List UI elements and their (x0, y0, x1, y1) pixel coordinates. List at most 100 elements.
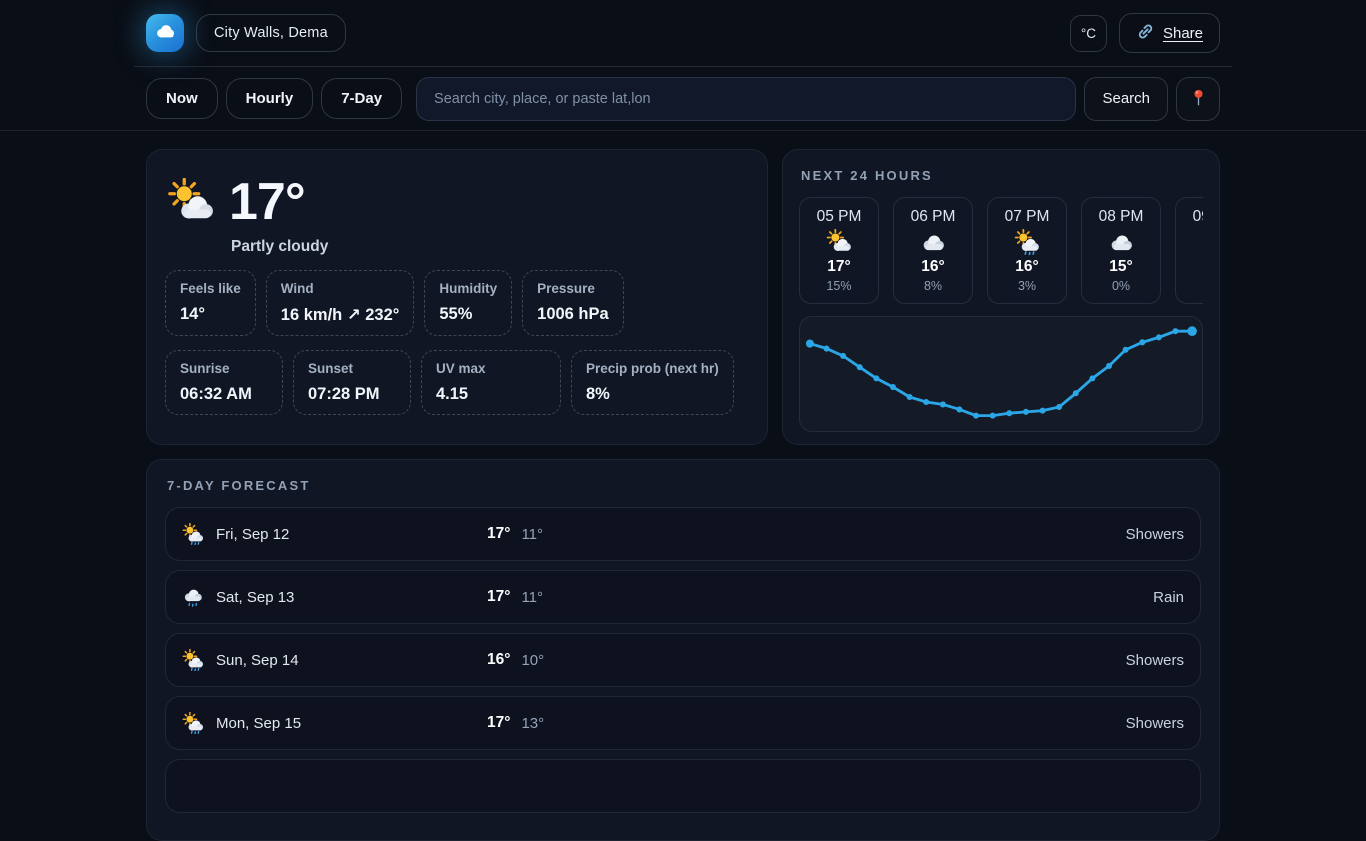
day-condition: Showers (1126, 715, 1184, 732)
main-content: 17° Partly cloudy Feels like 14° Wind 16… (134, 131, 1232, 841)
hour-time: 07 PM (1005, 208, 1050, 226)
app-logo (146, 14, 184, 52)
day-high-temp: 17° (487, 588, 510, 606)
day-condition: Showers (1126, 652, 1184, 669)
stats-row-2: Sunrise 06:32 AM Sunset 07:28 PM UV max … (165, 350, 749, 415)
hour-card: 06 PM 16° 8% (893, 197, 973, 304)
sun-behind-rain-cloud-icon (182, 649, 204, 671)
current-conditions-card: 17° Partly cloudy Feels like 14° Wind 16… (146, 149, 768, 445)
sun-behind-cloud-icon (167, 178, 215, 226)
hour-temp: 17° (827, 258, 850, 276)
day-low-temp: 10° (521, 652, 544, 669)
day-condition: Showers (1126, 526, 1184, 543)
stat-label: Precip prob (next hr) (586, 361, 719, 378)
forecast-day-row: Fri, Sep 12 17° 11° Showers (165, 507, 1201, 561)
stat-label: Humidity (439, 281, 497, 298)
stat-value: 07:28 PM (308, 385, 396, 404)
hour-precip: 0% (1112, 279, 1130, 293)
stat-box: Wind 16 km/h ↗ 232° (266, 270, 415, 336)
hour-precip: 15% (826, 279, 851, 293)
stat-box: Sunset 07:28 PM (293, 350, 411, 415)
location-pill[interactable]: City Walls, Dema (196, 14, 346, 52)
cloud-icon (920, 229, 946, 255)
hour-card: 08 PM 15° 0% (1081, 197, 1161, 304)
sun-behind-cloud-icon (826, 229, 852, 255)
stat-label: UV max (436, 361, 546, 378)
rain-cloud-icon (1202, 229, 1203, 255)
stat-label: Sunrise (180, 361, 268, 378)
search-button[interactable]: Search (1084, 77, 1168, 121)
hour-temp: 16° (921, 258, 944, 276)
hour-time: 06 PM (911, 208, 956, 226)
stat-box: Precip prob (next hr) 8% (571, 350, 734, 415)
day-date: Sat, Sep 13 (216, 589, 487, 606)
stat-box: UV max 4.15 (421, 350, 561, 415)
stat-label: Feels like (180, 281, 241, 298)
rain-cloud-icon (182, 586, 204, 608)
stat-value: 55% (439, 305, 497, 324)
search-input[interactable] (416, 77, 1076, 121)
current-temperature: 17° (229, 176, 305, 228)
stat-value: 16 km/h ↗ 232° (281, 305, 400, 325)
forecast-day-row (165, 759, 1201, 813)
geolocate-button[interactable] (1176, 77, 1220, 121)
sun-behind-rain-cloud-icon (182, 523, 204, 545)
temperature-trend-chart-container (799, 316, 1203, 432)
sun-behind-rain-cloud-icon (182, 712, 204, 734)
stat-label: Wind (281, 281, 400, 298)
day-date: Mon, Sep 15 (216, 715, 487, 732)
hour-precip: 3% (1018, 279, 1036, 293)
forecast-day-row: Sun, Sep 14 16° 10° Showers (165, 633, 1201, 687)
tab-7day[interactable]: 7-Day (321, 78, 402, 119)
hour-temp: 16° (1015, 258, 1038, 276)
share-button[interactable]: Share (1119, 13, 1220, 53)
day-high-temp: 17° (487, 714, 510, 732)
stat-box: Feels like 14° (165, 270, 256, 336)
tab-now[interactable]: Now (146, 78, 218, 119)
stat-value: 14° (180, 305, 241, 324)
stat-box: Pressure 1006 hPa (522, 270, 624, 336)
cloud-icon (1108, 229, 1134, 255)
day-date: Sun, Sep 14 (216, 652, 487, 669)
stat-box: Sunrise 06:32 AM (165, 350, 283, 415)
day-high-temp: 16° (487, 651, 510, 669)
hour-time: 05 PM (817, 208, 862, 226)
hour-card: 07 PM 16° 3% (987, 197, 1067, 304)
hour-precip: 8% (924, 279, 942, 293)
stat-value: 1006 hPa (537, 305, 609, 324)
tab-hourly[interactable]: Hourly (226, 78, 314, 119)
hourly-cards-strip: 05 PM 17° 15% 06 PM 16° 8% 07 PM 16° (799, 197, 1203, 304)
temperature-trend-chart (800, 317, 1202, 431)
unit-toggle-button[interactable]: °C (1070, 15, 1107, 52)
hour-time: 09 PM (1193, 208, 1203, 226)
day-low-temp: 11° (521, 589, 543, 606)
share-label: Share (1163, 25, 1203, 42)
link-icon (1136, 22, 1155, 45)
day-condition: Rain (1153, 589, 1184, 606)
seven-day-forecast-panel: 7-DAY FORECAST Fri, Sep 12 17° 11° Showe… (146, 459, 1220, 841)
current-condition-label: Partly cloudy (231, 238, 749, 256)
next-24-hours-panel: NEXT 24 HOURS 05 PM 17° 15% 06 PM 16° 8% (782, 149, 1220, 445)
stat-label: Sunset (308, 361, 396, 378)
hour-temp: 15° (1109, 258, 1132, 276)
day-date: Fri, Sep 12 (216, 526, 487, 543)
location-label: City Walls, Dema (214, 25, 328, 41)
next-24-hours-title: NEXT 24 HOURS (801, 168, 1203, 183)
forecast-day-row: Mon, Sep 15 17° 13° Showers (165, 696, 1201, 750)
stat-value: 4.15 (436, 385, 546, 404)
day-high-temp: 17° (487, 525, 510, 543)
top-bar: City Walls, Dema °C Share (0, 0, 1366, 67)
stat-value: 8% (586, 385, 719, 404)
day-low-temp: 11° (521, 526, 543, 543)
forecast-day-list: Fri, Sep 12 17° 11° Showers Sat, Sep 13 … (165, 507, 1201, 813)
forecast-day-row: Sat, Sep 13 17° 11° Rain (165, 570, 1201, 624)
day-low-temp: 13° (521, 715, 544, 732)
stat-box: Humidity 55% (424, 270, 512, 336)
pushpin-icon (1188, 87, 1209, 111)
hour-time: 08 PM (1099, 208, 1144, 226)
stat-label: Pressure (537, 281, 609, 298)
sun-behind-rain-cloud-icon (1014, 229, 1040, 255)
hour-card: 05 PM 17° 15% (799, 197, 879, 304)
nav-band: Now Hourly 7-Day Search (0, 67, 1366, 131)
weather-icon (182, 775, 204, 797)
